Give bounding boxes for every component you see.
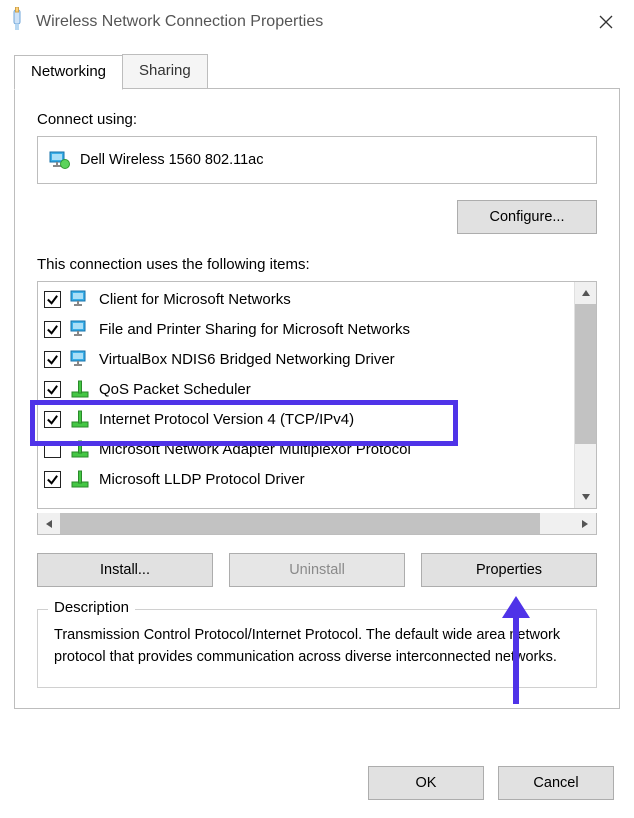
- install-button[interactable]: Install...: [37, 553, 213, 587]
- list-item[interactable]: Client for Microsoft Networks: [38, 284, 574, 314]
- list-item[interactable]: Internet Protocol Version 4 (TCP/IPv4): [38, 404, 574, 434]
- window-title: Wireless Network Connection Properties: [36, 13, 323, 31]
- scroll-right-arrow[interactable]: [574, 519, 596, 529]
- list-item-label: VirtualBox NDIS6 Bridged Networking Driv…: [99, 351, 395, 368]
- dialog-button-row: OK Cancel: [368, 766, 614, 800]
- wireless-adapter-icon: [8, 7, 26, 38]
- checkbox[interactable]: [44, 351, 61, 368]
- network-protocol-icon: [69, 468, 91, 490]
- list-item-label: Microsoft LLDP Protocol Driver: [99, 471, 305, 488]
- network-protocol-icon: [69, 408, 91, 430]
- list-item[interactable]: Microsoft LLDP Protocol Driver: [38, 464, 574, 494]
- description-fieldset: Description Transmission Control Protoco…: [37, 609, 597, 688]
- list-item[interactable]: File and Printer Sharing for Microsoft N…: [38, 314, 574, 344]
- checkbox[interactable]: [44, 291, 61, 308]
- network-protocol-icon: [69, 378, 91, 400]
- scroll-left-arrow[interactable]: [38, 519, 60, 529]
- horizontal-scrollbar[interactable]: [37, 513, 597, 535]
- tab-sharing[interactable]: Sharing: [122, 54, 208, 89]
- description-text: Transmission Control Protocol/Internet P…: [54, 624, 580, 669]
- tab-networking[interactable]: Networking: [14, 55, 123, 90]
- checkbox[interactable]: [44, 471, 61, 488]
- network-adapter-icon: [48, 149, 70, 171]
- checkbox[interactable]: [44, 321, 61, 338]
- connect-using-label: Connect using:: [37, 111, 597, 128]
- network-protocol-icon: [69, 438, 91, 460]
- network-client-icon: [69, 288, 91, 310]
- scroll-up-arrow[interactable]: [575, 282, 596, 304]
- list-item-label: File and Printer Sharing for Microsoft N…: [99, 321, 410, 338]
- description-legend: Description: [48, 599, 135, 616]
- tab-strip: Networking Sharing: [14, 54, 620, 89]
- vertical-scrollbar[interactable]: [574, 282, 596, 508]
- scroll-down-arrow[interactable]: [575, 486, 596, 508]
- close-button[interactable]: [586, 2, 626, 42]
- uninstall-button: Uninstall: [229, 553, 405, 587]
- dialog-window: Wireless Network Connection Properties N…: [0, 0, 634, 818]
- list-item-label: Client for Microsoft Networks: [99, 291, 291, 308]
- hscroll-thumb[interactable]: [60, 513, 540, 534]
- checkbox[interactable]: [44, 441, 61, 458]
- adapter-box[interactable]: Dell Wireless 1560 802.11ac: [37, 136, 597, 184]
- list-item[interactable]: VirtualBox NDIS6 Bridged Networking Driv…: [38, 344, 574, 374]
- configure-button[interactable]: Configure...: [457, 200, 597, 234]
- ok-button[interactable]: OK: [368, 766, 484, 800]
- cancel-button[interactable]: Cancel: [498, 766, 614, 800]
- list-item[interactable]: Microsoft Network Adapter Multiplexor Pr…: [38, 434, 574, 464]
- scrollbar-thumb[interactable]: [575, 304, 596, 444]
- list-item-label: Internet Protocol Version 4 (TCP/IPv4): [99, 411, 354, 428]
- items-label: This connection uses the following items…: [37, 256, 597, 273]
- checkbox[interactable]: [44, 411, 61, 428]
- connection-items-list[interactable]: Client for Microsoft Networks File and Pr…: [37, 281, 597, 509]
- list-item-label: Microsoft Network Adapter Multiplexor Pr…: [99, 441, 411, 458]
- list-item-label: QoS Packet Scheduler: [99, 381, 251, 398]
- adapter-name: Dell Wireless 1560 802.11ac: [80, 152, 264, 168]
- checkbox[interactable]: [44, 381, 61, 398]
- network-client-icon: [69, 348, 91, 370]
- list-item[interactable]: QoS Packet Scheduler: [38, 374, 574, 404]
- tab-panel-networking: Connect using: Dell Wireless 1560 802.11…: [14, 88, 620, 709]
- properties-button[interactable]: Properties: [421, 553, 597, 587]
- network-client-icon: [69, 318, 91, 340]
- titlebar: Wireless Network Connection Properties: [0, 0, 634, 44]
